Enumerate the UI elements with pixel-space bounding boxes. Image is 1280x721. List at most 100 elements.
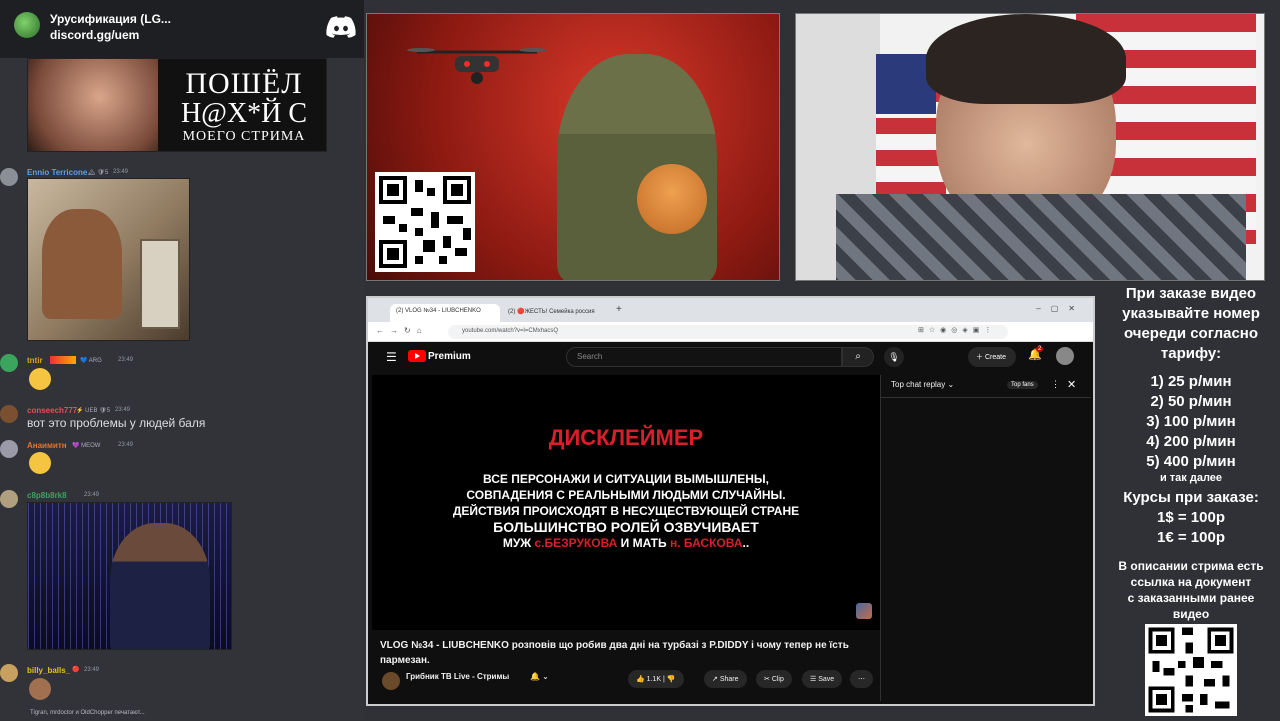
attached-image[interactable] <box>27 502 232 650</box>
clip-label: Clip <box>771 676 784 683</box>
price-item: 3) 100 р/мин <box>1146 413 1236 430</box>
nav-buttons[interactable]: ←→↻⌂ <box>376 326 428 335</box>
username[interactable]: tntir <box>27 356 43 365</box>
panel-line: указывайте номер <box>1122 305 1260 322</box>
price-item: 1) 25 р/мин <box>1150 373 1232 390</box>
username[interactable]: billy_balls_ <box>27 666 70 675</box>
price-panel: При заказе видео указывайте номер очеред… <box>1102 284 1280 622</box>
meme-image[interactable]: ПОШЁЛ Н@Х*Й С МОЕГО СТРИМА <box>27 58 327 152</box>
server-name[interactable]: Урусификация (LG... <box>50 12 171 26</box>
notification-count: 2 <box>1036 346 1044 352</box>
account-avatar[interactable] <box>1056 347 1074 365</box>
disclaimer-body: ВСЕ ПЕРСОНАЖИ И СИТУАЦИИ ВЫМЫШЛЕНЫ, СОВП… <box>372 471 880 551</box>
chat-mode-label: Top chat replay <box>891 380 946 389</box>
qr-code[interactable] <box>375 172 475 272</box>
role-gradient-badge <box>50 356 76 364</box>
tab-bar: (2) VLOG №34 - LIUBCHENKO (2) 🔴ЖЕСТЬ! Се… <box>368 298 1093 322</box>
price-list: 1) 25 р/мин 2) 50 р/мин 3) 100 р/мин 4) … <box>1102 372 1280 472</box>
share-button[interactable]: ↗ Share <box>704 670 747 688</box>
search-input[interactable]: Search <box>566 347 842 367</box>
username[interactable]: Ennio Terricone <box>27 168 87 177</box>
meme-face <box>28 59 158 151</box>
microphone-icon[interactable]: 🎙 <box>884 347 904 367</box>
browser-tab[interactable]: (2) 🔴ЖЕСТЬ! Семейка россия <box>502 304 612 322</box>
channel-avatar[interactable] <box>382 672 400 690</box>
menu-icon[interactable]: ☰ <box>386 350 397 364</box>
avatar[interactable] <box>0 490 18 508</box>
channel-watermark <box>856 603 872 619</box>
extension-icons[interactable]: ⊞☆◉◎◈▣⋮ <box>918 326 996 334</box>
panel-intro: При заказе видео указывайте номер очеред… <box>1102 284 1280 364</box>
username[interactable]: c8p8b8rk8 <box>27 491 67 500</box>
like-button[interactable]: 👍 1.1K | 👎 <box>628 670 684 688</box>
chevron-down-icon[interactable]: 🔔 ⌄ <box>530 672 549 681</box>
server-invite[interactable]: discord.gg/uem <box>50 28 139 42</box>
rate-item: 1$ = 100р <box>1157 509 1225 526</box>
avatar[interactable] <box>0 354 18 372</box>
new-tab-icon[interactable]: + <box>616 304 622 315</box>
disclaimer-text: .. <box>742 536 750 550</box>
create-button[interactable]: ＋ Create <box>968 347 1016 367</box>
username[interactable]: Анаимитн <box>27 441 67 450</box>
soldier-art-frame <box>366 13 780 281</box>
laughing-person <box>42 209 122 319</box>
panel-line: очереди согласно <box>1123 325 1259 342</box>
avatar[interactable] <box>0 168 18 186</box>
youtube-brand[interactable]: Premium <box>428 351 471 362</box>
qr-code[interactable] <box>1145 624 1237 716</box>
price-etc: и так далее <box>1159 472 1223 484</box>
server-icon[interactable] <box>14 12 40 38</box>
price-item: 5) 400 р/мин <box>1146 453 1236 470</box>
avatar[interactable] <box>0 664 18 682</box>
top-fans-badge[interactable]: Top fans <box>1007 381 1038 389</box>
rate-item: 1€ = 100р <box>1157 529 1225 546</box>
browser-tab[interactable]: (2) VLOG №34 - LIUBCHENKO <box>390 304 500 322</box>
laughing-emoji-icon <box>29 368 51 390</box>
meme-line-1: ПОШЁЛ <box>185 67 303 100</box>
share-label: Share <box>719 676 739 683</box>
chat-mode-select[interactable]: Top chat replay ⌄ <box>891 380 954 389</box>
timestamp: 23:49 <box>115 407 131 413</box>
disclaimer-line: БОЛЬШИНСТВО РОЛЕЙ ОЗВУЧИВАЕТ <box>493 519 759 535</box>
rates: Курсы при заказе: 1$ = 100р 1€ = 100р <box>1102 488 1280 548</box>
search-icon[interactable]: ⌕ <box>842 347 874 367</box>
disclaimer-name: н. БАСКОВА <box>669 536 743 550</box>
discord-chat: Урусификация (LG... discord.gg/uem ПОШЁЛ… <box>0 0 364 720</box>
create-label: Create <box>984 354 1006 361</box>
attached-image[interactable] <box>27 178 190 341</box>
disclaimer-line: ДЕЙСТВИЯ ПРОИСХОДЯТ В НЕСУЩЕСТВУЮЩЕЙ СТР… <box>452 504 800 518</box>
video-player[interactable]: ДИСКЛЕЙМЕР ВСЕ ПЕРСОНАЖИ И СИТУАЦИИ ВЫМЫ… <box>372 375 880 630</box>
youtube-logo-icon[interactable] <box>408 350 426 362</box>
door <box>140 239 180 329</box>
panel-description: В описании стрима есть ссылка на докумен… <box>1102 558 1280 622</box>
panel-line: с заказанными ранее <box>1127 591 1255 605</box>
disclaimer-line: ВСЕ ПЕРСОНАЖИ И СИТУАЦИИ ВЫМЫШЛЕНЫ, <box>483 472 769 486</box>
more-icon[interactable]: ⋯ <box>850 670 873 688</box>
cat-figure <box>637 164 707 234</box>
avatar[interactable] <box>0 440 18 458</box>
browser-window: (2) VLOG №34 - LIUBCHENKO (2) 🔴ЖЕСТЬ! Се… <box>366 296 1095 706</box>
clip-button[interactable]: ✂ Clip <box>756 670 792 688</box>
panel-line: ссылка на документ <box>1130 575 1252 589</box>
user-badges: ⚡ UEB 🛡5 <box>76 408 111 414</box>
rates-title: Курсы при заказе: <box>1123 489 1259 506</box>
channel-name[interactable]: Грибник ТВ Live - Стримы <box>406 672 509 681</box>
timestamp: 23:49 <box>118 442 134 448</box>
webcam-frame <box>795 13 1265 281</box>
meme-line-3: МОЕГО СТРИМА <box>182 129 306 144</box>
disclaimer-text: И МАТЬ <box>617 536 670 550</box>
close-icon[interactable]: ✕ <box>1067 378 1076 391</box>
typing-indicator: Tigran, mrdoctor и OldChopper печатают..… <box>30 710 145 716</box>
panel-line: При заказе видео <box>1125 285 1257 302</box>
save-button[interactable]: ☰ Save <box>802 670 843 688</box>
chat-header: Урусификация (LG... discord.gg/uem <box>0 0 364 58</box>
address-bar: ←→↻⌂ youtube.com/watch?v=l=CMxhacsQ ⊞☆◉◎… <box>368 322 1093 342</box>
price-item: 2) 50 р/мин <box>1150 393 1232 410</box>
username[interactable]: conseech777 <box>27 406 77 415</box>
disclaimer-line: СОВПАДЕНИЯ С РЕАЛЬНЫМИ ЛЮДЬМИ СЛУЧАЙНЫ. <box>466 488 786 502</box>
timestamp: 23:49 <box>113 169 129 175</box>
avatar[interactable] <box>0 405 18 423</box>
panel-line: тарифу: <box>1160 345 1222 362</box>
window-controls[interactable]: –▢✕ <box>1036 304 1085 313</box>
more-icon[interactable]: ⋮ <box>1051 379 1060 390</box>
